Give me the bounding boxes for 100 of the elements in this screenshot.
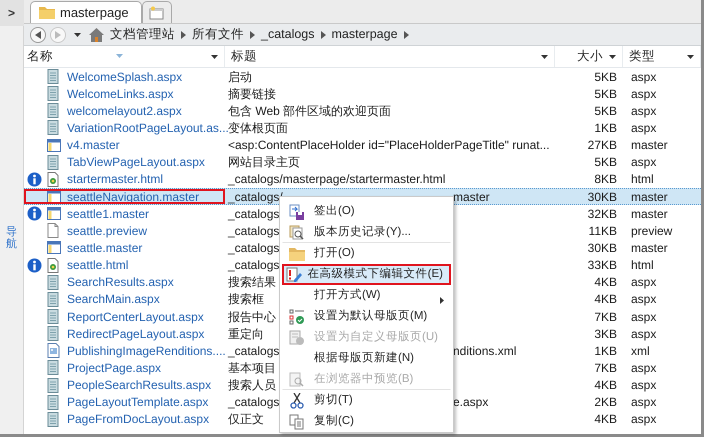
- file-size: 33KB: [586, 257, 618, 274]
- breadcrumb-arrow-icon[interactable]: [250, 30, 255, 38]
- back-button[interactable]: [30, 26, 46, 42]
- file-title: 变体根页面: [228, 120, 288, 137]
- file-name[interactable]: PeopleSearchResults.aspx: [67, 376, 212, 394]
- file-type: master: [630, 137, 669, 154]
- file-name[interactable]: seattle.master: [67, 238, 142, 257]
- file-name[interactable]: ProjectPage.aspx: [67, 358, 162, 377]
- file-size: 5KB: [593, 86, 618, 103]
- file-size: 27KB: [586, 137, 618, 154]
- master-page-icon: [47, 190, 61, 204]
- master-page-icon: [47, 241, 61, 254]
- file-size: 32KB: [586, 206, 618, 223]
- file-name[interactable]: startermaster.html: [67, 170, 164, 188]
- edit-icon: [286, 266, 302, 282]
- breadcrumb-link[interactable]: 文档管理站: [108, 25, 177, 44]
- menu-item[interactable]: 签出(O): [282, 201, 451, 222]
- file-name[interactable]: welcomelayout2.aspx: [67, 102, 182, 120]
- page-icon: [289, 330, 305, 346]
- file-type: aspx: [630, 274, 658, 292]
- page-icon: [47, 69, 59, 84]
- file-name[interactable]: RedirectPageLayout.aspx: [67, 324, 204, 343]
- file-size: 7KB: [593, 308, 618, 326]
- file-name[interactable]: seattleNavigation.master: [67, 188, 200, 206]
- file-name[interactable]: WelcomeSplash.aspx: [67, 68, 182, 86]
- file-type: aspx: [630, 394, 658, 412]
- history-icon: [289, 224, 305, 240]
- checklist-icon: [289, 308, 305, 324]
- sort-icon: [116, 54, 123, 58]
- file-type: aspx: [630, 68, 658, 86]
- menu-item[interactable]: 版本历史记录(Y)...: [282, 222, 451, 243]
- history-dropdown-icon[interactable]: [74, 32, 81, 37]
- file-name[interactable]: WelcomeLinks.aspx: [67, 84, 174, 103]
- page-icon: [47, 274, 59, 290]
- page-icon: [47, 412, 59, 427]
- dropdown-caret-icon[interactable]: [541, 54, 548, 58]
- file-size: 4KB: [593, 377, 618, 394]
- file-name[interactable]: v4.master: [67, 136, 120, 154]
- file-title: nditions.xml: [453, 342, 516, 360]
- page-icon: [47, 292, 59, 307]
- file-name[interactable]: TabViewPageLayout.aspx: [67, 153, 205, 172]
- file-title: _catalogs/masterpage/startermaster.html: [228, 171, 446, 188]
- dropdown-caret-icon[interactable]: [687, 54, 694, 58]
- file-name[interactable]: PageFromDocLayout.aspx: [67, 410, 210, 428]
- file-name[interactable]: seattle.preview: [67, 222, 148, 240]
- dropdown-caret-icon[interactable]: [609, 54, 616, 58]
- menu-item[interactable]: 打开方式(W): [282, 285, 451, 306]
- menu-item[interactable]: 剪切(T): [282, 390, 451, 411]
- file-name[interactable]: seattle.html: [67, 256, 128, 274]
- file-name[interactable]: ReportCenterLayout.aspx: [67, 308, 204, 326]
- breadcrumb-link[interactable]: masterpage: [330, 25, 400, 44]
- file-title: 基本项目: [228, 360, 276, 377]
- file-size: 5KB: [593, 68, 618, 86]
- column-header[interactable]: 名称: [24, 46, 225, 67]
- new-tab-icon: [148, 6, 165, 20]
- file-name[interactable]: SearchResults.aspx: [67, 273, 174, 292]
- forward-icon: [55, 30, 61, 38]
- image-page-icon: [47, 343, 60, 358]
- new-tab-button[interactable]: [142, 1, 172, 23]
- file-title: 报告中心: [228, 308, 276, 326]
- file-size: 4KB: [593, 411, 618, 428]
- column-header[interactable]: 类型: [623, 46, 701, 67]
- file-size: 7KB: [593, 360, 618, 377]
- file-name[interactable]: PublishingImageRenditions....: [67, 342, 226, 360]
- breadcrumb-link[interactable]: 所有文件: [190, 25, 246, 44]
- file-size: 30KB: [586, 188, 618, 206]
- dropdown-caret-icon[interactable]: [211, 54, 218, 58]
- page-icon: [47, 394, 59, 410]
- home-icon[interactable]: [89, 28, 104, 42]
- breadcrumb-arrow-icon[interactable]: [320, 30, 326, 38]
- file-size: 1KB: [593, 120, 618, 137]
- file-size: 1KB: [593, 342, 618, 360]
- file-name[interactable]: PageLayoutTemplate.aspx: [67, 393, 208, 412]
- file-type: aspx: [630, 154, 658, 172]
- column-header[interactable]: 标题: [225, 46, 555, 67]
- blank-page-icon: [47, 223, 59, 238]
- menu-item[interactable]: 设置为默认母版页(M): [282, 306, 451, 327]
- expand-button[interactable]: >: [0, 0, 24, 26]
- menu-item[interactable]: 在高级模式下编辑文件(E): [282, 264, 451, 285]
- file-type: preview: [630, 222, 674, 240]
- breadcrumb-link[interactable]: _catalogs: [259, 25, 317, 44]
- file-title: _catalogs: [228, 240, 280, 257]
- tab[interactable]: masterpage: [30, 1, 142, 23]
- breadcrumb-arrow-icon[interactable]: [404, 30, 409, 38]
- file-name[interactable]: VariationRootPageLayout.as...: [67, 119, 229, 137]
- file-name[interactable]: seattle1.master: [67, 204, 150, 223]
- sidebar-label[interactable]: 导航: [6, 226, 17, 250]
- file-name[interactable]: SearchMain.aspx: [67, 290, 160, 308]
- breadcrumb-arrow-icon[interactable]: [181, 30, 186, 38]
- page-icon: [47, 309, 59, 324]
- copy-icon: [289, 414, 305, 430]
- file-title: _catalogs: [228, 257, 280, 274]
- file-title: _catalogs: [228, 394, 280, 412]
- file-size: 30KB: [586, 240, 618, 257]
- menu-item[interactable]: 根据母版页新建(N): [282, 348, 451, 369]
- menu-item[interactable]: 复制(C): [282, 411, 451, 432]
- column-header[interactable]: 大小: [555, 46, 623, 67]
- file-size: 5KB: [593, 102, 618, 120]
- menu-item[interactable]: 打开(O): [282, 243, 451, 264]
- file-type: aspx: [630, 360, 658, 377]
